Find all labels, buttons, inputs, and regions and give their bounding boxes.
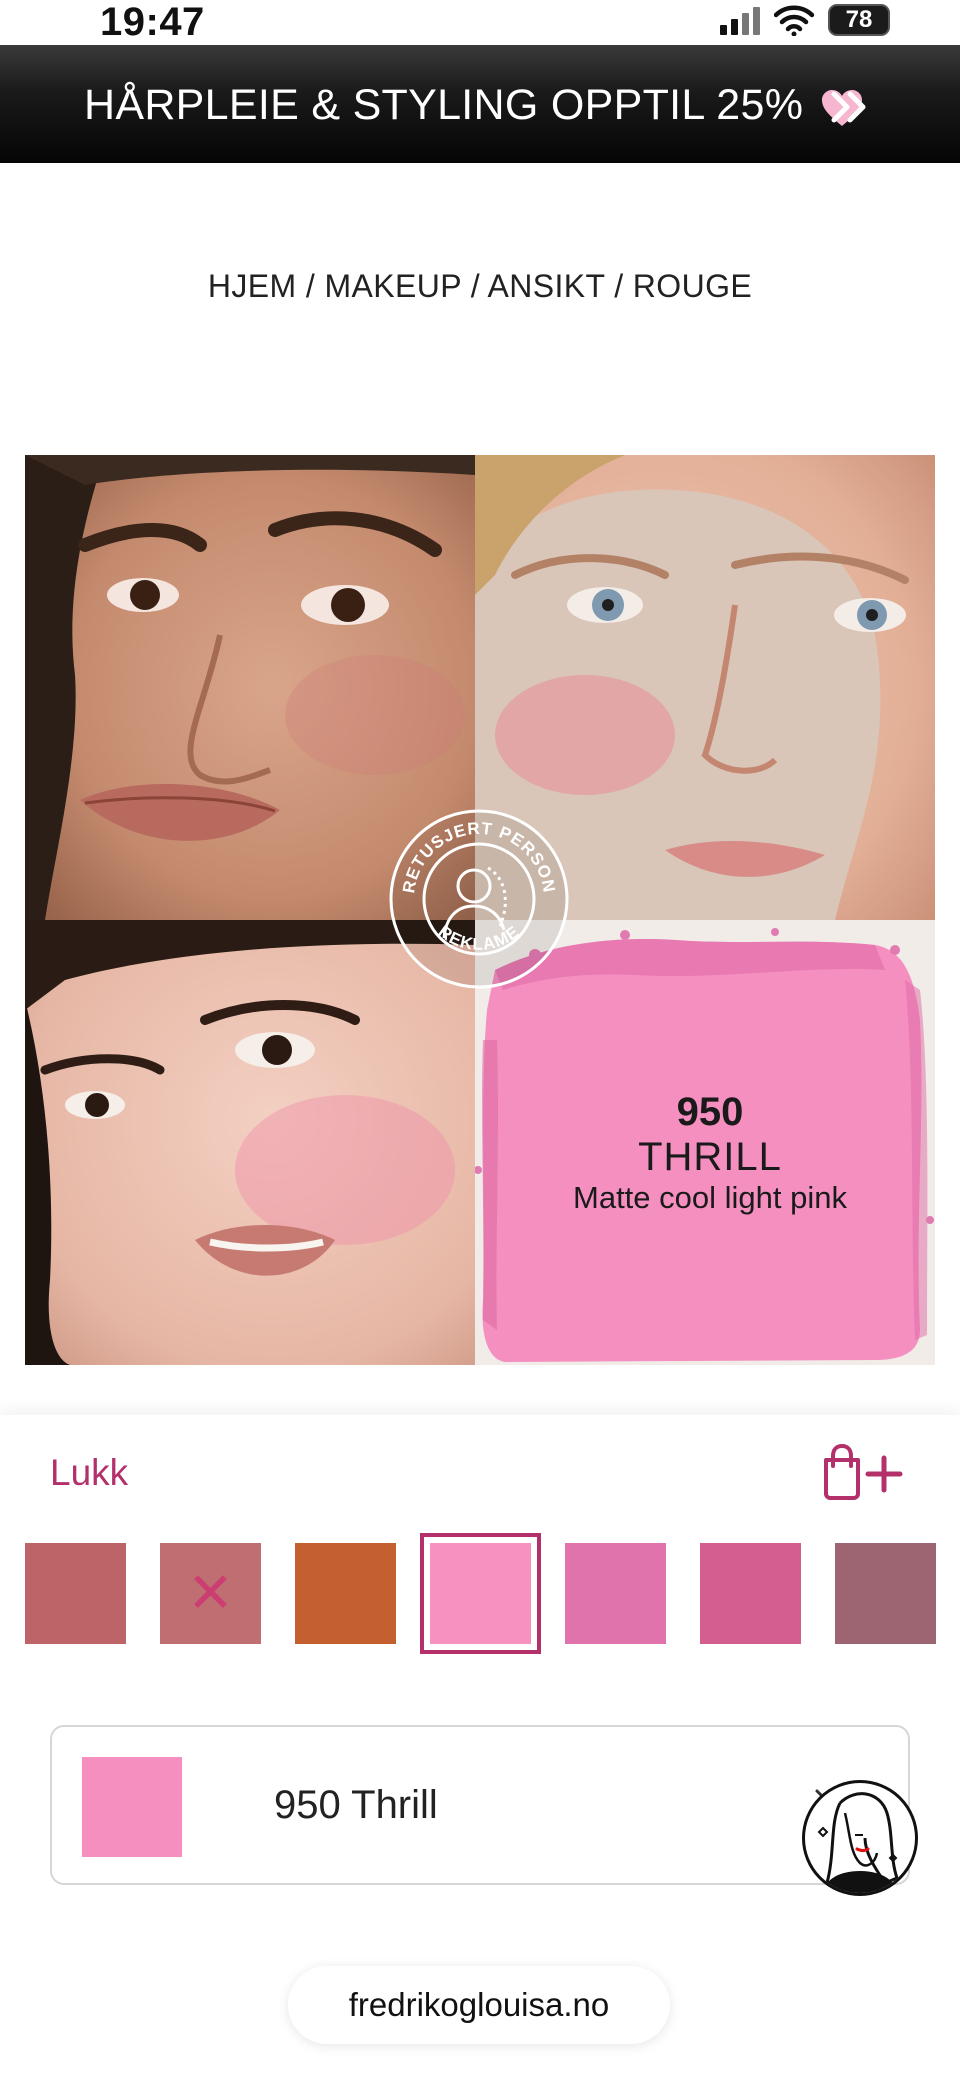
add-to-bag-button[interactable]: [818, 1442, 910, 1502]
breadcrumb[interactable]: HJEM / MAKEUP / ANSIKT / ROUGE: [0, 268, 960, 305]
shade-number: 950: [676, 1089, 744, 1134]
status-icons: 78: [720, 4, 890, 36]
selected-shade-swatch: [82, 1757, 182, 1857]
shade-swatch[interactable]: [835, 1543, 936, 1644]
status-time: 19:47: [100, 0, 205, 44]
retouched-person-badge-icon: RETUSJERT PERSON REKLAME: [389, 809, 569, 989]
shade-swatch-list: ✕: [25, 1533, 960, 1654]
unavailable-cross-icon: ✕: [187, 1560, 234, 1626]
promo-banner[interactable]: HÅRPLEIE & STYLING OPPTIL 25%: [0, 45, 960, 163]
promo-text: HÅRPLEIE & STYLING OPPTIL 25%: [84, 81, 804, 129]
shade-swatch[interactable]: [25, 1543, 126, 1644]
assistant-avatar-icon: [817, 1792, 899, 1893]
close-button[interactable]: Lukk: [50, 1452, 128, 1494]
shopping-bag-plus-icon: [824, 1444, 903, 1500]
shade-swatch[interactable]: [420, 1533, 541, 1654]
cellular-signal-icon: [720, 5, 760, 35]
shade-swatch[interactable]: ✕: [160, 1543, 261, 1644]
beauty-assistant-avatar[interactable]: [802, 1780, 918, 1896]
selected-shade-label: 950 Thrill: [274, 1783, 438, 1827]
battery-indicator: 78: [828, 4, 890, 36]
shade-dropdown[interactable]: 950 Thrill: [50, 1725, 910, 1885]
site-url-pill[interactable]: fredrikoglouisa.no: [288, 1966, 670, 2044]
shade-name: THRILL: [638, 1134, 782, 1179]
wifi-icon: [774, 5, 814, 36]
shade-swatch[interactable]: [565, 1543, 666, 1644]
double-chevron-right-icon[interactable]: [830, 85, 870, 135]
promo-text-wrap: HÅRPLEIE & STYLING OPPTIL 25%: [84, 81, 864, 130]
shade-description: Matte cool light pink: [573, 1179, 847, 1215]
shade-swatch[interactable]: [700, 1543, 801, 1644]
shade-swatch[interactable]: [295, 1543, 396, 1644]
